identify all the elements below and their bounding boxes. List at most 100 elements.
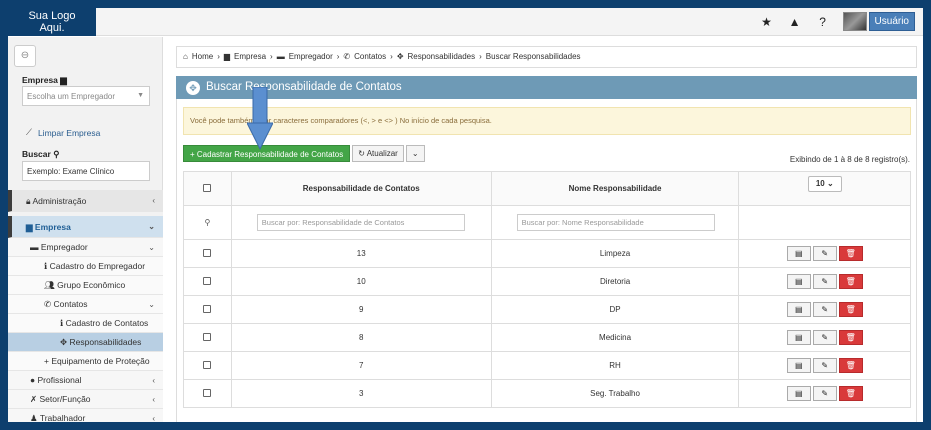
table-row[interactable]: 7 RH ▤ ✎ 🗑︎ <box>183 351 911 380</box>
panel-body: Você pode também usar caracteres compara… <box>176 87 917 422</box>
empresa-select[interactable]: Escolha um Empregador ▼ <box>22 86 150 106</box>
view-button[interactable]: ▤ <box>786 274 811 289</box>
filter-empty-cell <box>738 205 911 240</box>
phone-icon: ✆ <box>343 52 351 61</box>
menu-label: Trabalhador <box>39 413 86 422</box>
view-button[interactable]: ▤ <box>786 302 811 317</box>
menu-label: Setor/Função <box>39 394 91 404</box>
clear-empresa-link[interactable]: ⟋ Limpar Empresa <box>26 127 100 138</box>
row-select-cell <box>183 379 232 408</box>
breadcrumb-responsabilidades[interactable]: Responsabilidades <box>408 47 476 67</box>
menu-label: Equipamento de Proteção <box>51 356 150 366</box>
star-icon[interactable]: ★ <box>759 15 775 29</box>
page-size-select[interactable]: 10 ⌄ <box>807 176 842 192</box>
row-checkbox[interactable] <box>203 248 212 257</box>
sidebar-item-cadastro-empregador[interactable]: ℹ Cadastro do Empregador <box>8 257 163 276</box>
sidebar-item-cadastro-contatos[interactable]: ℹ Cadastro de Contatos <box>8 314 163 333</box>
table-row[interactable]: 8 Medicina ▤ ✎ 🗑︎ <box>183 323 911 352</box>
sidebar-item-empregador[interactable]: ▬ Empregador ⌄ <box>8 238 163 257</box>
sidebar-item-administracao[interactable]: 🔒︎ Administração ‹ <box>8 190 163 212</box>
empresa-select-value: Escolha um Empregador <box>27 92 116 101</box>
table-row[interactable]: 10 Diretoria ▤ ✎ 🗑︎ <box>183 267 911 296</box>
edit-button[interactable]: ✎ <box>812 302 837 317</box>
crosshair-icon: ✥ <box>186 80 200 95</box>
sidebar-item-trabalhador[interactable]: ♟ Trabalhador ‹ <box>8 409 163 422</box>
filter-cell: Buscar por: Nome Responsabilidade <box>490 205 740 240</box>
help-icon[interactable]: ? <box>815 15 831 29</box>
view-button[interactable]: ▤ <box>786 330 811 345</box>
breadcrumb-separator: › <box>217 52 220 61</box>
edit-button[interactable]: ✎ <box>812 274 837 289</box>
row-checkbox[interactable] <box>203 332 212 341</box>
logo[interactable]: Sua Logo Aqui. <box>8 8 96 36</box>
sidebar-item-setor-funcao[interactable]: ✗ Setor/Função ‹ <box>8 390 163 409</box>
delete-button[interactable]: 🗑︎ <box>838 330 863 345</box>
menu-label: Contatos <box>53 299 88 309</box>
view-button[interactable]: ▤ <box>786 246 811 261</box>
table-header: Responsabilidade de Contatos Nome Respon… <box>183 171 911 206</box>
delete-button[interactable]: 🗑︎ <box>838 358 863 373</box>
filter-nome-input[interactable]: Buscar por: Nome Responsabilidade <box>516 214 715 231</box>
cell-name: Medicina <box>490 323 740 352</box>
edit-button[interactable]: ✎ <box>812 358 837 373</box>
delete-button[interactable]: 🗑︎ <box>838 302 863 317</box>
row-checkbox[interactable] <box>203 304 212 313</box>
breadcrumb-empregador[interactable]: Empregador <box>289 47 333 67</box>
table-row[interactable]: 13 Limpeza ▤ ✎ 🗑︎ <box>183 239 911 268</box>
column-header-nome[interactable]: Nome Responsabilidade <box>490 171 740 206</box>
table-row[interactable]: 3 Seg. Trabalho ▤ ✎ 🗑︎ <box>183 379 911 408</box>
sidebar-item-grupo-economico[interactable]: 👥︎ Grupo Econômico <box>8 276 163 295</box>
breadcrumb-contatos[interactable]: Contatos <box>354 47 386 67</box>
table-row[interactable]: 9 DP ▤ ✎ 🗑︎ <box>183 295 911 324</box>
edit-button[interactable]: ✎ <box>812 386 837 401</box>
user-icon: ● <box>30 375 36 385</box>
breadcrumb-empresa[interactable]: Empresa <box>234 47 266 67</box>
collapse-sidebar-icon[interactable]: ⊖ <box>14 45 36 67</box>
column-header-responsabilidade[interactable]: Responsabilidade de Contatos <box>230 171 492 206</box>
sidebar-item-equipamento[interactable]: + Equipamento de Proteção <box>8 352 163 371</box>
select-all-checkbox[interactable] <box>203 183 212 192</box>
briefcase-icon: ▬ <box>276 52 285 61</box>
edit-button[interactable]: ✎ <box>812 330 837 345</box>
sidebar-item-responsabilidades[interactable]: ✥ Responsabilidades <box>8 333 163 352</box>
refresh-icon: ↻ <box>358 149 365 158</box>
filter-cell: Buscar por: Responsabilidade de Contatos <box>230 205 492 240</box>
breadcrumb-home[interactable]: Home <box>192 47 213 67</box>
row-checkbox[interactable] <box>203 388 212 397</box>
user-button[interactable]: Usuário <box>868 12 915 31</box>
person-icon: ♟ <box>30 413 38 422</box>
warning-icon[interactable]: ▲ <box>787 15 803 29</box>
filter-responsabilidade-input[interactable]: Buscar por: Responsabilidade de Contatos <box>256 214 465 231</box>
edit-button[interactable]: ✎ <box>812 246 837 261</box>
sidebar-search-input[interactable]: Exemplo: Exame Clínico <box>22 161 150 181</box>
sidebar-item-empresa[interactable]: ▆ Empresa ⌄ <box>8 216 163 238</box>
panel-title: ✥ Buscar Responsabilidade de Contatos <box>176 76 917 99</box>
row-select-cell <box>183 239 232 268</box>
row-checkbox[interactable] <box>203 360 212 369</box>
cell-id: 8 <box>230 323 492 352</box>
delete-button[interactable]: 🗑︎ <box>838 386 863 401</box>
filter-icon-cell: ⚲ <box>183 205 232 240</box>
more-options-button[interactable]: ⌄ <box>405 145 425 162</box>
tools-icon: ✗ <box>30 394 38 404</box>
search-icon: ⚲ <box>204 218 211 227</box>
building-icon: ▆ <box>60 75 67 85</box>
cell-id: 10 <box>230 267 492 296</box>
sidebar-item-profissional[interactable]: ● Profissional ‹ <box>8 371 163 390</box>
row-checkbox[interactable] <box>203 276 212 285</box>
toolbar: + Cadastrar Responsabilidade de Contatos… <box>183 145 425 162</box>
refresh-button[interactable]: ↻ Atualizar <box>352 145 404 162</box>
avatar[interactable] <box>842 12 867 31</box>
crosshair-icon: ✥ <box>60 337 68 347</box>
row-actions: ▤ ✎ 🗑︎ <box>738 267 911 296</box>
delete-button[interactable]: 🗑︎ <box>838 246 863 261</box>
view-button[interactable]: ▤ <box>786 358 811 373</box>
sidebar-item-contatos[interactable]: ✆ Contatos ⌄ <box>8 295 163 314</box>
menu-label: Cadastro de Contatos <box>65 318 149 328</box>
menu-label: Administração <box>32 196 87 206</box>
delete-button[interactable]: 🗑︎ <box>838 274 863 289</box>
cell-name: DP <box>490 295 740 324</box>
crosshair-icon: ✥ <box>396 52 404 61</box>
view-button[interactable]: ▤ <box>786 386 811 401</box>
chevron-down-icon: ⌄ <box>148 243 155 252</box>
